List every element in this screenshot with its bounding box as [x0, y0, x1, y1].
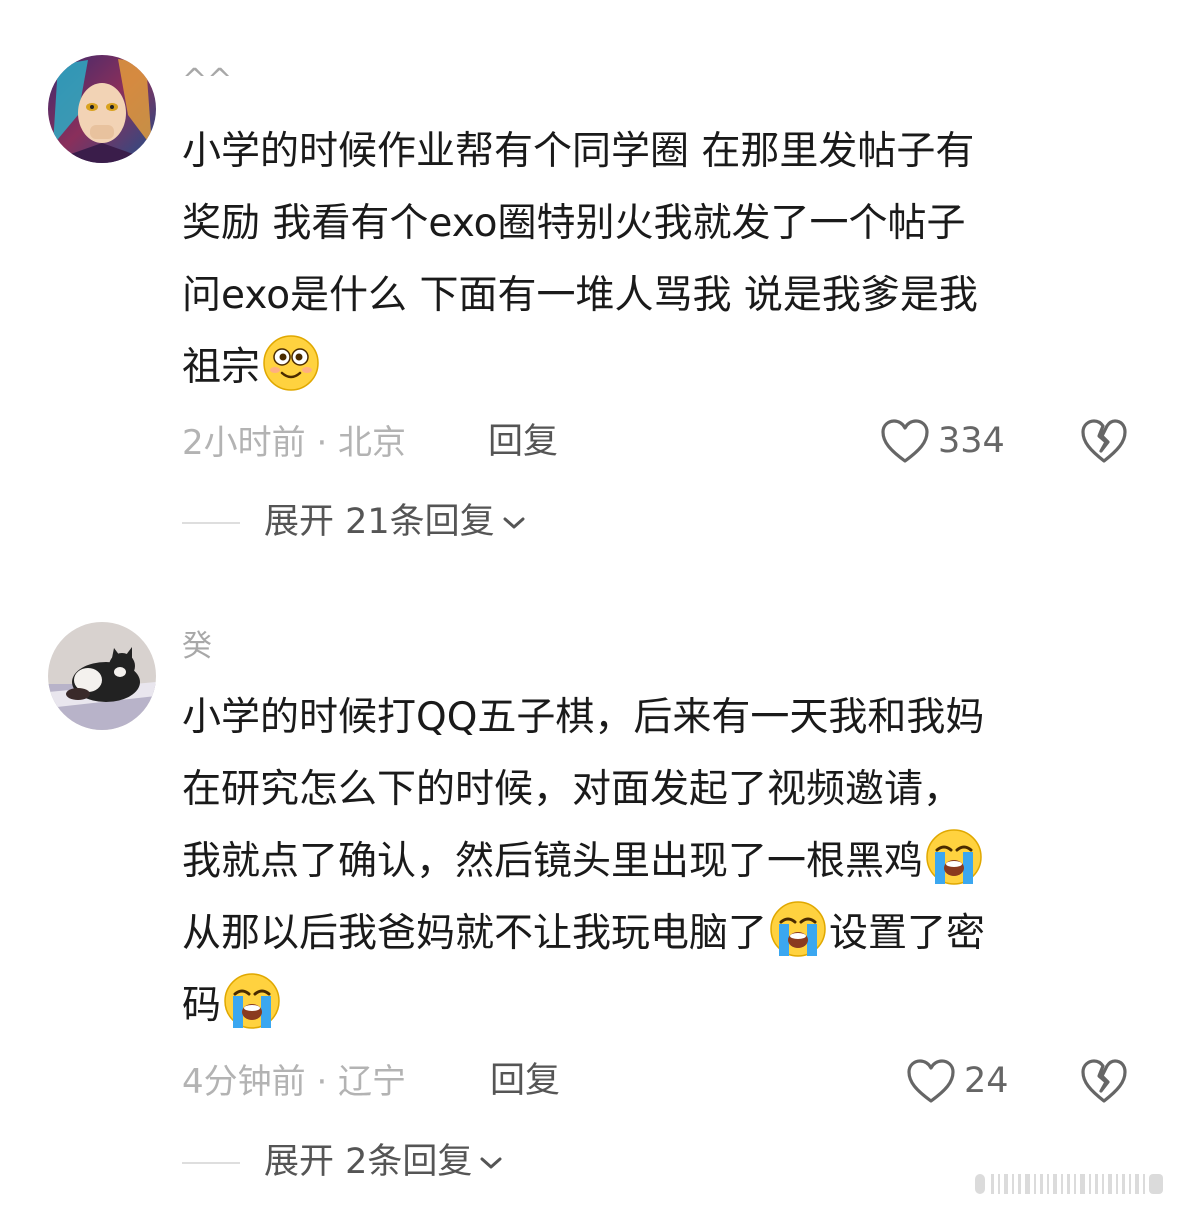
avatar[interactable] — [48, 55, 156, 163]
reply-button[interactable]: 回复 — [488, 425, 558, 460]
dislike-button[interactable] — [1080, 418, 1128, 468]
username[interactable]: 癸 — [182, 632, 212, 662]
expand-replies-label: 展开 21条回复 — [264, 502, 495, 542]
comment-line-text: 从那以后我爸妈就不让我玩电脑了 — [182, 911, 768, 956]
expand-replies-label: 展开 2条回复 — [264, 1142, 473, 1182]
like-button[interactable]: 24 — [906, 1058, 1009, 1104]
like-button[interactable]: 334 — [880, 418, 1005, 464]
comment-line: 在研究怎么下的时候，对面发起了视频邀请， — [182, 767, 963, 812]
chevron-down-icon — [503, 517, 525, 528]
comment-meta: 2小时前 · 北京 — [182, 423, 407, 463]
divider — [182, 1161, 240, 1164]
anime-character-avatar-icon — [48, 55, 156, 163]
comment-line: 小学的时候作业帮有个同学圈 在那里发帖子有 — [182, 129, 975, 174]
broken-heart-icon — [1081, 419, 1127, 463]
like-count: 334 — [938, 420, 1005, 461]
heart-outline-icon — [881, 419, 929, 463]
watermark-barcode — [975, 1170, 1165, 1198]
expand-replies-button[interactable]: 展开 2条回复 — [182, 1145, 504, 1180]
divider — [182, 521, 240, 524]
avatar[interactable] — [48, 622, 156, 730]
like-count: 24 — [964, 1060, 1009, 1101]
heart-outline-icon — [907, 1059, 955, 1103]
loudly-crying-emoji-icon — [926, 829, 982, 885]
comment-line-text: 设置了密 — [829, 911, 986, 956]
dislike-button[interactable] — [1080, 1058, 1128, 1108]
chevron-down-icon — [480, 1157, 502, 1168]
comment-text: 小学的时候作业帮有个同学圈 在那里发帖子有 奖励 我看有个exo圈特别火我就发了… — [182, 116, 1142, 404]
comment-text: 小学的时候打QQ五子棋，后来有一天我和我妈 在研究怎么下的时候，对面发起了视频邀… — [182, 682, 1142, 1042]
comment-line: 从那以后我爸妈就不让我玩电脑了 设置了密 — [182, 898, 1142, 970]
comment-line: 奖励 我看有个exo圈特别火我就发了一个帖子 — [182, 201, 966, 246]
comment-line: 问exo是什么 下面有一堆人骂我 说是我爹是我 — [182, 273, 978, 318]
comment-line: 小学的时候打QQ五子棋，后来有一天我和我妈 — [182, 695, 985, 740]
loudly-crying-emoji-icon — [770, 901, 826, 957]
comment-line-text: 祖宗 — [182, 345, 261, 390]
comment-line-text: 码 — [182, 983, 222, 1028]
barcode-icon — [975, 1174, 1163, 1194]
expand-replies-button[interactable]: 展开 21条回复 — [182, 505, 527, 540]
cat-photo-avatar-icon — [48, 622, 156, 730]
broken-heart-icon — [1081, 1059, 1127, 1103]
reply-button[interactable]: 回复 — [490, 1064, 560, 1099]
comment-line: 祖宗 — [182, 332, 1142, 404]
username[interactable]: ^^ — [182, 66, 232, 96]
comment-line-text: 我就点了确认，然后镜头里出现了一根黑鸡 — [182, 839, 924, 884]
comment-line: 码 — [182, 970, 1142, 1042]
comment-meta: 4分钟前 · 辽宁 — [182, 1062, 407, 1102]
silly-face-emoji-icon — [263, 335, 319, 391]
loudly-crying-emoji-icon — [224, 973, 280, 1029]
comment-line: 我就点了确认，然后镜头里出现了一根黑鸡 — [182, 826, 1142, 898]
